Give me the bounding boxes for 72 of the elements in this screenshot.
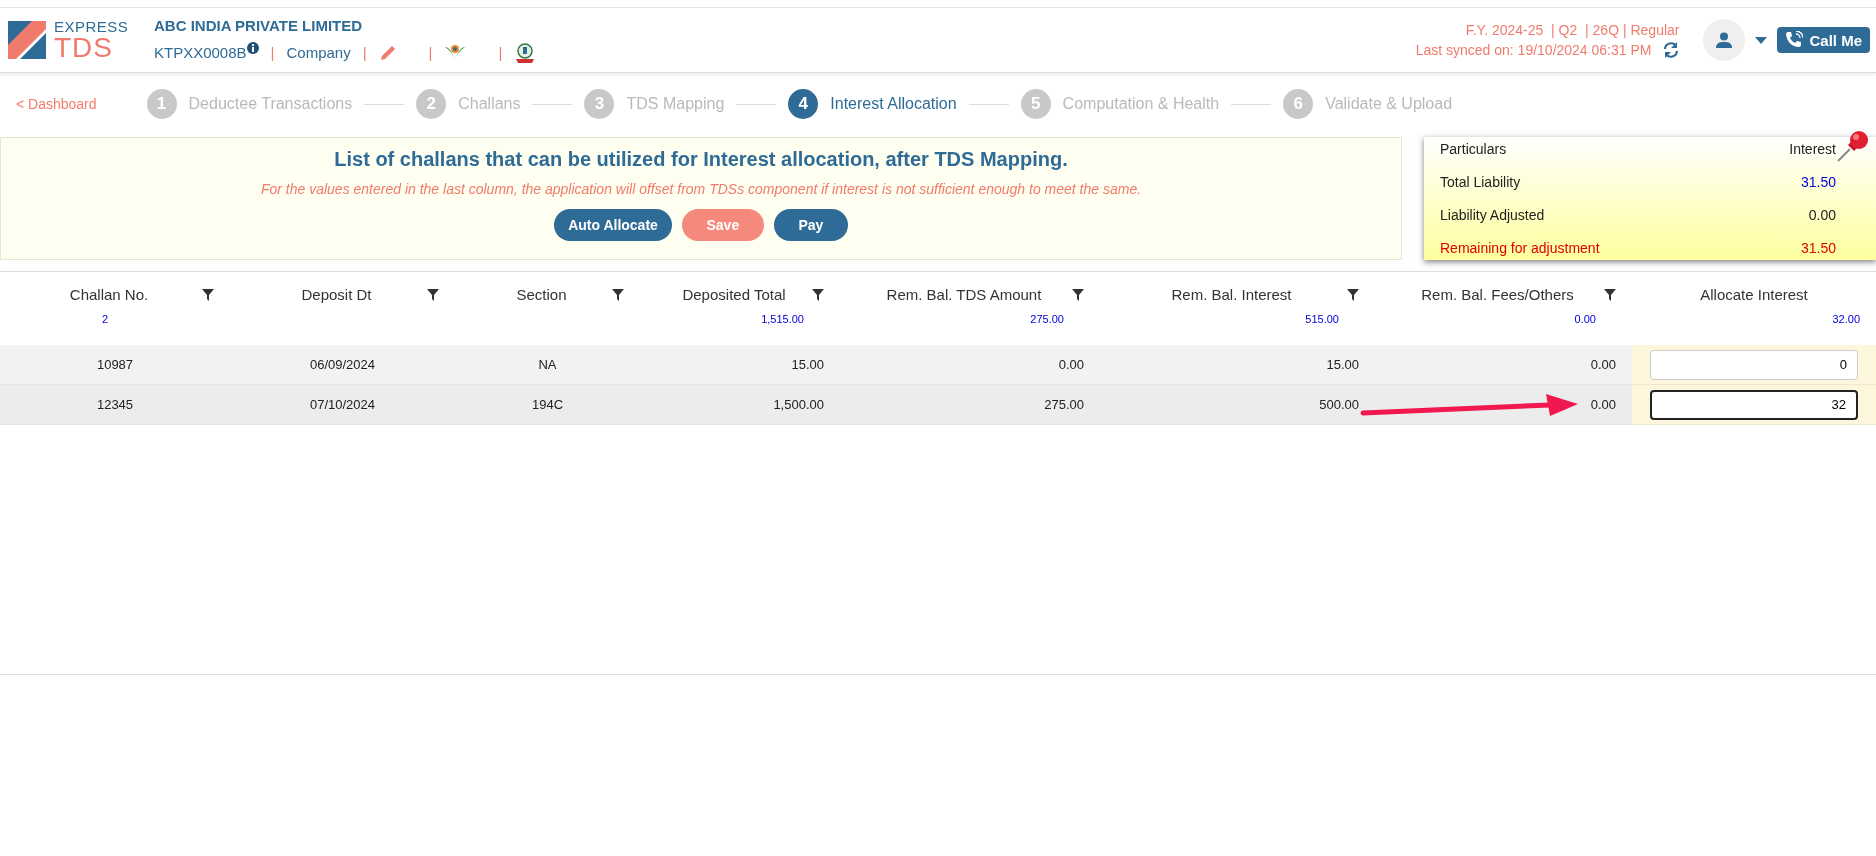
table-cell: 06/09/2024	[230, 345, 455, 385]
column-total: 0.00	[1573, 313, 1597, 325]
table-cell: NA	[455, 345, 640, 385]
allocate-input[interactable]: 0	[1650, 349, 1858, 380]
table-cell: 194C	[455, 385, 640, 425]
column-header: Rem. Bal. Fees/Others	[1420, 286, 1575, 303]
save-button[interactable]: Save	[681, 209, 764, 241]
column-total: 515.00	[1304, 313, 1340, 325]
banner-title: List of challans that can be utilized for Interest allocation, after TDS Mapping.	[334, 148, 1068, 171]
summary-value: 31.50	[1800, 240, 1836, 256]
emblem-icon[interactable]	[514, 41, 537, 64]
column-header: Deposit Dt	[300, 286, 373, 303]
column-header: Rem. Bal. TDS Amount	[885, 286, 1043, 303]
column-header: Allocate Interest	[1699, 286, 1809, 303]
company-name: ABC INDIA PRIVATE LIMITED	[154, 16, 364, 34]
action-button[interactable]: Pay	[773, 209, 848, 241]
allocate-input[interactable]: 32	[1650, 389, 1858, 420]
column-header: Rem. Bal. Interest	[1170, 286, 1293, 303]
table-cell: 12345	[0, 385, 230, 425]
entity-type: Company	[286, 44, 351, 61]
table-cell: 0.00	[1375, 345, 1632, 385]
phone-icon	[1785, 31, 1804, 49]
column-total: 275.00	[1029, 313, 1065, 325]
filter-icon[interactable]	[1072, 288, 1084, 301]
tan-number: KTPXX0008B	[154, 44, 247, 61]
pushpin-icon	[1836, 129, 1870, 163]
table-cell: 15.00	[1100, 345, 1375, 385]
summary-label: Total Liability	[1440, 174, 1521, 190]
table-cell: 0.00	[840, 345, 1100, 385]
logo-text: EXPRESS	[54, 18, 129, 34]
column-header: Challan No.	[68, 286, 150, 303]
summary-value: Interest	[1789, 141, 1836, 157]
column-header: Section	[515, 286, 568, 303]
column-total: 2	[100, 313, 110, 325]
period-info: F.Y. 2024-25 | Q2 | 26Q | Regular	[1465, 22, 1680, 38]
table-cell: 275.00	[840, 385, 1100, 425]
info-icon[interactable]	[246, 41, 259, 54]
table-cell: 1,500.00	[640, 385, 840, 425]
table-cell: 10987	[0, 345, 230, 385]
filter-icon[interactable]	[202, 288, 214, 301]
dashboard-link[interactable]: < Dashboard	[16, 96, 97, 112]
separator: |	[498, 44, 503, 61]
filter-icon[interactable]	[1347, 288, 1359, 301]
summary-value: 0.00	[1808, 207, 1836, 223]
filter-icon[interactable]	[427, 288, 439, 301]
summary-value: 31.50	[1800, 174, 1836, 190]
banner-note: For the values entered in the last column, the application will offset from TDSs component if interest is not sufficient enough to meet the same.	[260, 181, 1142, 197]
last-synced: Last synced on: 19/10/2024 06:31 PM	[1415, 42, 1652, 58]
table-cell: 07/10/2024	[230, 385, 455, 425]
separator: |	[270, 44, 275, 61]
summary-label: Particulars	[1440, 141, 1507, 157]
filter-icon[interactable]	[812, 288, 824, 301]
step-number: 4	[788, 89, 819, 119]
table-cell: 500.00	[1100, 385, 1375, 425]
filter-icon[interactable]	[1604, 288, 1616, 301]
user-avatar[interactable]	[1703, 19, 1746, 61]
summary-label: Liability Adjusted	[1440, 207, 1545, 223]
caret-icon[interactable]	[1755, 36, 1768, 44]
refresh-icon[interactable]	[1663, 42, 1680, 58]
filter-icon[interactable]	[612, 288, 624, 301]
table-cell: 15.00	[640, 345, 840, 385]
column-total: 1,515.00	[760, 313, 805, 325]
summary-label: Remaining for adjustment	[1440, 240, 1600, 256]
separator: |	[362, 44, 367, 61]
logo-text: TDS	[54, 33, 113, 62]
wizard-step[interactable]: 4 Interest Allocation	[788, 89, 957, 119]
separator: |	[428, 44, 433, 61]
column-header: Deposited Total	[681, 286, 787, 303]
pencil-icon[interactable]	[378, 43, 397, 62]
call-me-button[interactable]: Call Me	[1777, 27, 1870, 53]
action-button[interactable]: Auto Allocate	[554, 209, 672, 241]
column-total: 32.00	[1831, 313, 1860, 325]
